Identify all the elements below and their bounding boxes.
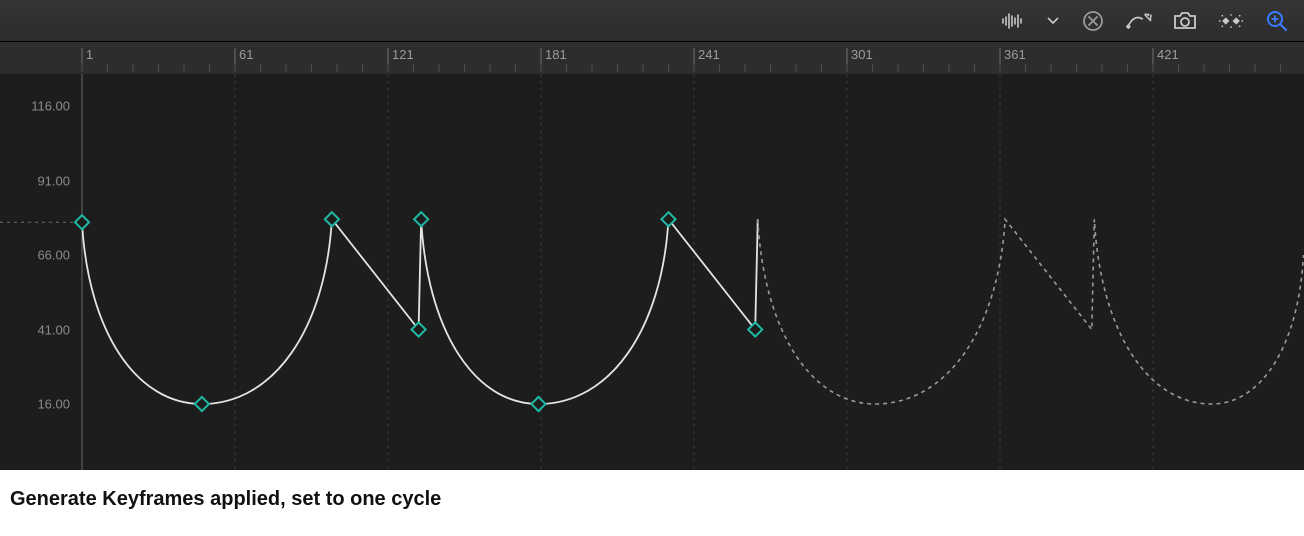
y-axis-label: 91.00: [20, 173, 70, 188]
keyframe-editor: 1 61 121 181 241 301 361 421 116.00 91.00 66.00 41…: [0, 0, 1304, 470]
editor-toolbar: [0, 0, 1304, 42]
curve-dashed-extrapolation[interactable]: [758, 219, 1304, 404]
chevron-down-icon[interactable]: [1046, 8, 1060, 34]
ruler-tick-label: 421: [1157, 47, 1179, 62]
timeline-ruler[interactable]: 1 61 121 181 241 301 361 421: [0, 42, 1304, 75]
keyframe-cluster-icon[interactable]: [1218, 8, 1244, 34]
ruler-tick-label: 301: [851, 47, 873, 62]
keyframe-diamond[interactable]: [75, 215, 89, 229]
y-axis-label: 116.00: [20, 99, 70, 114]
keyframe-diamond[interactable]: [195, 397, 209, 411]
y-axis-label: 16.00: [20, 397, 70, 412]
audio-waveform-icon[interactable]: [1000, 8, 1026, 34]
curve-edit-icon[interactable]: [1126, 8, 1152, 34]
ruler-tick-label: 121: [392, 47, 414, 62]
ruler-tick-label: 241: [698, 47, 720, 62]
camera-icon[interactable]: [1172, 8, 1198, 34]
keyframe-editor-panel: 1 61 121 181 241 301 361 421 116.00 91.00 66.00 41…: [0, 0, 1304, 536]
keyframe-diamond[interactable]: [414, 212, 428, 226]
ruler-tick-label: 1: [86, 47, 93, 62]
curve-graph-area[interactable]: 116.00 91.00 66.00 41.00 16.00: [0, 74, 1304, 470]
curve-solid-cycle[interactable]: [82, 219, 758, 404]
ruler-tick-label: 361: [1004, 47, 1026, 62]
figure-caption: Generate Keyframes applied, set to one c…: [0, 470, 1304, 529]
ruler-tick-label: 61: [239, 47, 253, 62]
clear-circle-x-icon[interactable]: [1080, 8, 1106, 34]
y-axis-label: 41.00: [20, 322, 70, 337]
keyframe-diamond[interactable]: [531, 397, 545, 411]
zoom-icon[interactable]: [1264, 8, 1290, 34]
ruler-tick-label: 181: [545, 47, 567, 62]
y-axis-label: 66.00: [20, 248, 70, 263]
